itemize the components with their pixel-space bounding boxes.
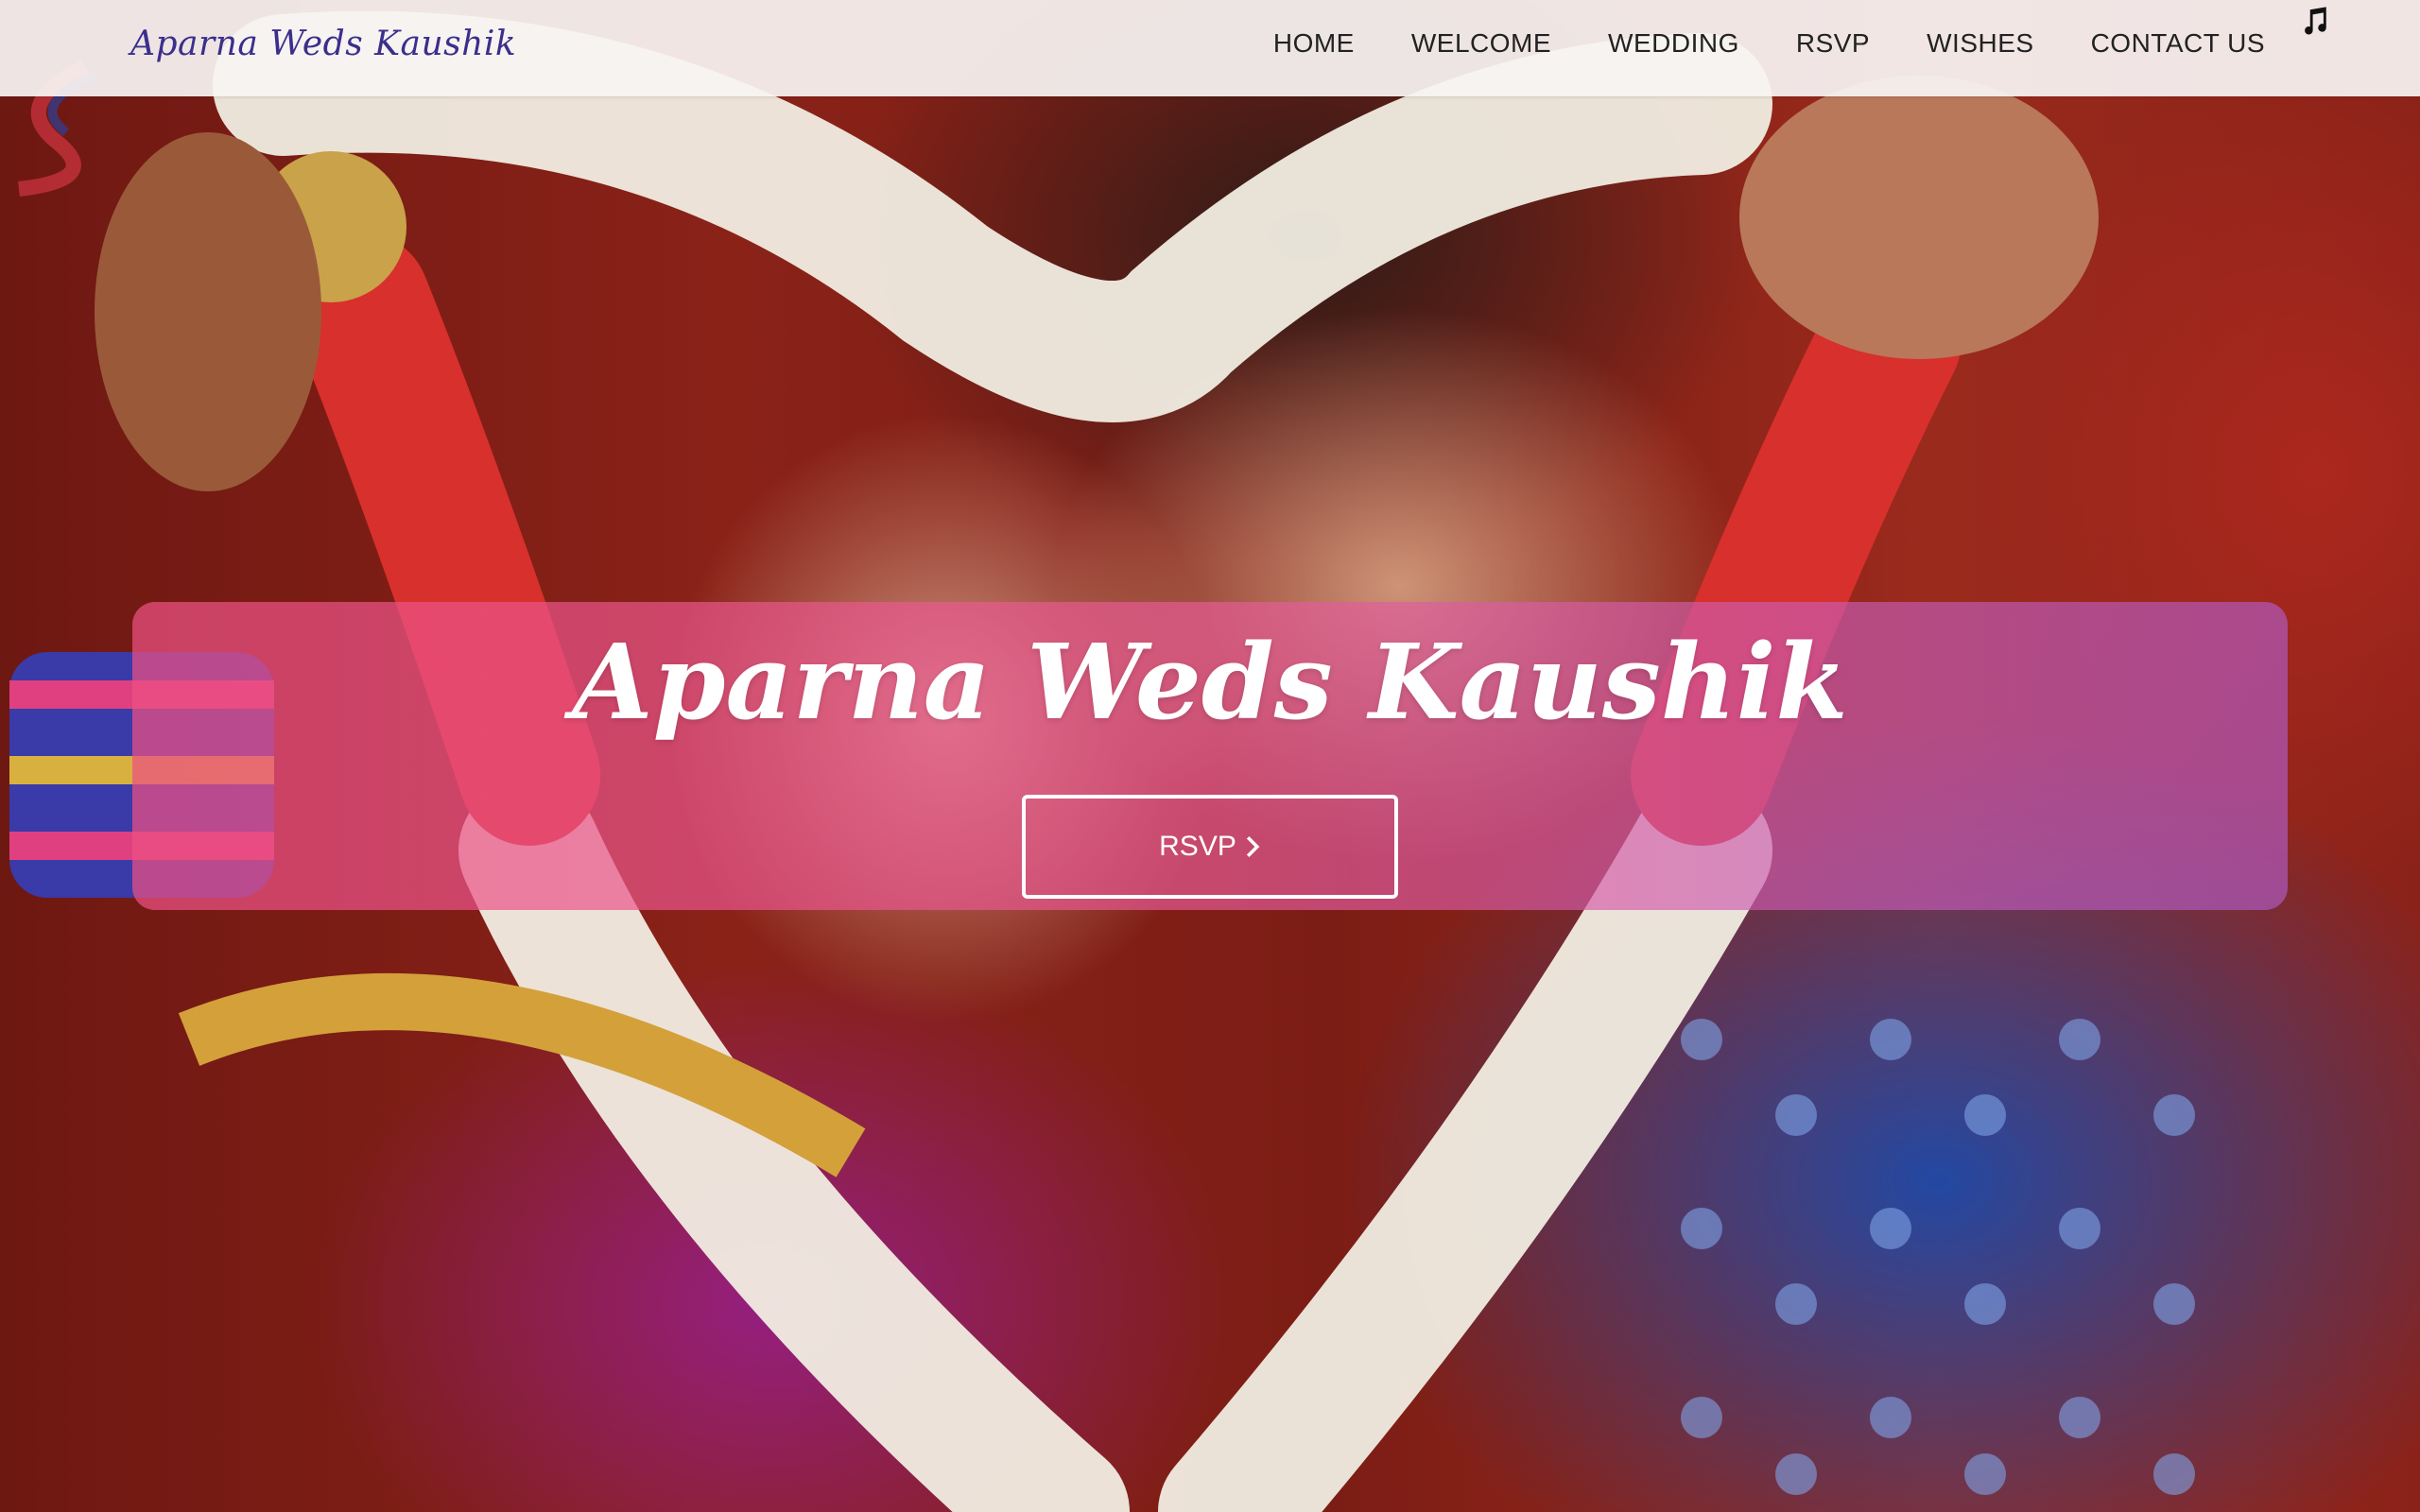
top-navigation-bar: Aparna Weds Kaushik HOME WELCOME WEDDING…: [0, 0, 2420, 96]
nav-wishes[interactable]: WISHES: [1927, 28, 2033, 59]
nav-welcome[interactable]: WELCOME: [1411, 28, 1551, 59]
nav-wedding[interactable]: WEDDING: [1608, 28, 1739, 59]
chevron-right-icon: [1246, 835, 1260, 858]
nav-rsvp[interactable]: RSVP: [1796, 28, 1870, 59]
rsvp-button[interactable]: RSVP: [1022, 795, 1398, 899]
brand-logo-text[interactable]: Aparna Weds Kaushik: [130, 25, 516, 63]
nav-home[interactable]: HOME: [1273, 28, 1355, 59]
rsvp-button-label: RSVP: [1159, 831, 1236, 862]
hero-overlay-panel: Aparna Weds Kaushik RSVP: [132, 602, 2288, 910]
main-nav: HOME WELCOME WEDDING RSVP WISHES CONTACT…: [1273, 28, 2265, 59]
hero-title: Aparna Weds Kaushik: [572, 621, 1848, 743]
music-note-icon[interactable]: [2298, 6, 2330, 38]
nav-contact-us[interactable]: CONTACT US: [2091, 28, 2265, 59]
